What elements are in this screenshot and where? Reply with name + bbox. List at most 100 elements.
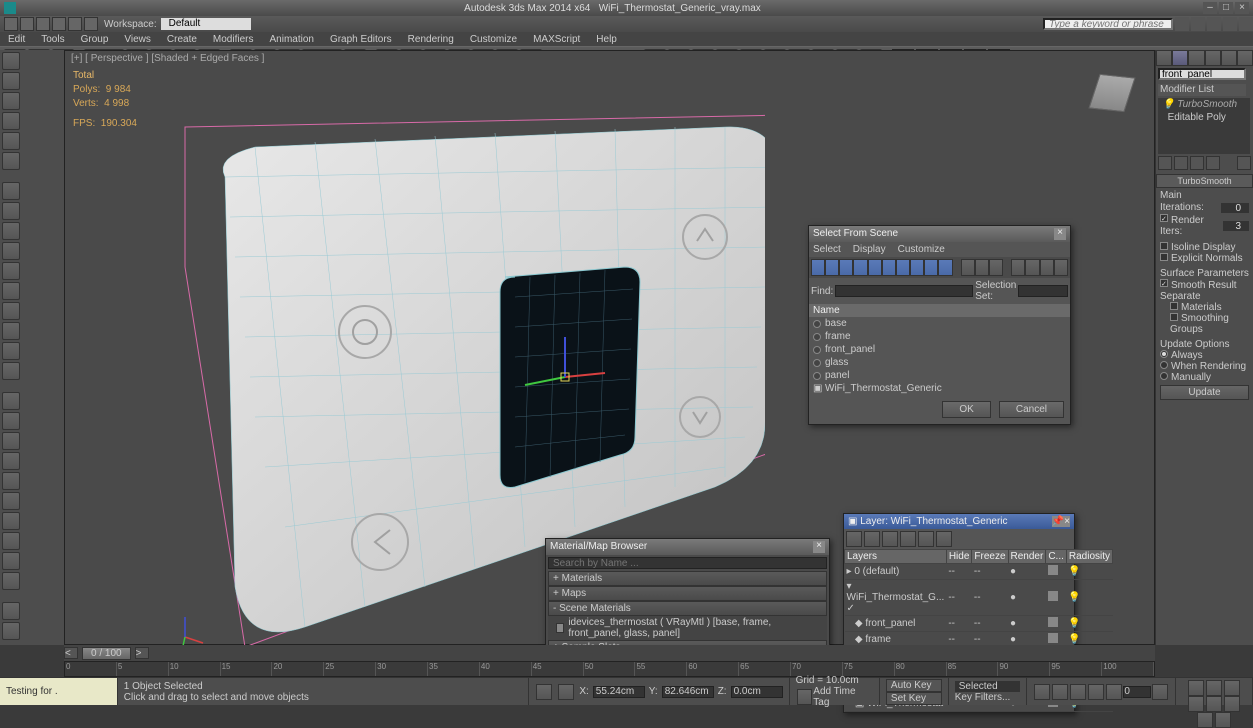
modifier-stack[interactable]: 💡 TurboSmooth Editable Poly [1158, 98, 1250, 154]
time-slider[interactable]: < 0 / 100 > [64, 645, 1155, 661]
lock-selection-icon[interactable] [536, 684, 552, 700]
help-search-input[interactable] [1043, 18, 1173, 30]
display-icon[interactable] [1025, 259, 1039, 276]
lt-icon[interactable] [2, 152, 20, 170]
layers-pin-icon[interactable]: 📌 [1052, 516, 1064, 527]
select-highlight-icon[interactable] [900, 531, 916, 547]
select-invert-icon[interactable] [989, 259, 1003, 276]
menu-group[interactable]: Group [73, 34, 117, 45]
when-rendering-radio[interactable] [1160, 361, 1168, 369]
modify-tab[interactable] [1172, 50, 1188, 66]
helper-icon[interactable] [2, 412, 20, 430]
infocenter-icon[interactable] [1175, 17, 1189, 31]
modifier-list-select[interactable]: Modifier List [1158, 84, 1246, 96]
close-icon[interactable]: × [813, 541, 825, 553]
scene-object-list[interactable]: base frame front_panel glass panel ▣WiFi… [809, 317, 1070, 395]
create-object-icon[interactable] [2, 282, 20, 300]
misc-icon[interactable] [2, 602, 20, 620]
create-object-icon[interactable] [2, 182, 20, 200]
filter-icon[interactable] [853, 259, 867, 276]
isoline-checkbox[interactable] [1160, 242, 1168, 250]
misc-icon[interactable] [2, 622, 20, 640]
viewport-nav-icon[interactable] [1188, 680, 1204, 696]
menu-views[interactable]: Views [116, 34, 159, 45]
col-render[interactable]: Render [1008, 550, 1046, 564]
material-search-input[interactable] [548, 557, 827, 569]
helper-icon[interactable] [2, 392, 20, 410]
filter-icon[interactable] [938, 259, 952, 276]
hide-unhide-icon[interactable] [936, 531, 952, 547]
menu-animation[interactable]: Animation [261, 34, 321, 45]
material-item[interactable]: idevices_thermostat ( VRayMtl ) [base, f… [548, 616, 827, 640]
display-icon[interactable] [1040, 259, 1054, 276]
favorites-icon[interactable] [1223, 17, 1237, 31]
iterations-spinner[interactable]: 0 [1221, 203, 1249, 213]
time-tag-icon[interactable] [797, 689, 813, 705]
layer-row[interactable]: ◆ front_panel----●💡 [845, 616, 1113, 632]
timeline-ruler[interactable]: 0510 152025 303540 455055 606570 758085 … [64, 661, 1155, 677]
filter-icon[interactable] [825, 259, 839, 276]
show-end-result-icon[interactable] [1174, 156, 1188, 170]
utilities-tab[interactable] [1237, 50, 1253, 66]
time-config-icon[interactable] [1152, 684, 1168, 700]
menu-maxscript[interactable]: MAXScript [525, 34, 588, 45]
goto-end-icon[interactable] [1106, 684, 1122, 700]
viewport-label[interactable]: [+] [ Perspective ] [Shaded + Edged Face… [71, 53, 264, 64]
configure-sets-icon[interactable] [1237, 156, 1251, 170]
filter-icon[interactable] [868, 259, 882, 276]
delete-layer-icon[interactable] [864, 531, 880, 547]
cancel-button[interactable]: Cancel [999, 401, 1064, 418]
filter-icon[interactable] [811, 259, 825, 276]
menu-modifiers[interactable]: Modifiers [205, 34, 262, 45]
lt-icon[interactable] [2, 132, 20, 150]
update-button[interactable]: Update [1160, 385, 1249, 400]
scene-materials-category[interactable]: - Scene Materials [548, 601, 827, 616]
create-object-icon[interactable] [2, 242, 20, 260]
minimize-button[interactable]: – [1203, 2, 1217, 14]
manually-radio[interactable] [1160, 372, 1168, 380]
add-to-layer-icon[interactable] [882, 531, 898, 547]
app-menu-icon[interactable] [4, 17, 18, 31]
viewport-nav-icon[interactable] [1224, 680, 1240, 696]
lt-icon[interactable] [2, 52, 20, 70]
close-button[interactable]: × [1235, 2, 1249, 14]
create-object-icon[interactable] [2, 302, 20, 320]
goto-start-icon[interactable] [1034, 684, 1050, 700]
time-slider-thumb[interactable]: 0 / 100 [82, 647, 131, 660]
abs-rel-icon[interactable] [558, 684, 574, 700]
remove-modifier-icon[interactable] [1206, 156, 1220, 170]
filter-icon[interactable] [882, 259, 896, 276]
close-icon[interactable]: × [1064, 516, 1070, 527]
make-unique-icon[interactable] [1190, 156, 1204, 170]
key-filters-select[interactable]: Selected [955, 681, 1021, 692]
menu-graph-editors[interactable]: Graph Editors [322, 34, 400, 45]
object-name-input[interactable] [1158, 68, 1246, 80]
ok-button[interactable]: OK [942, 401, 990, 418]
helper-icon[interactable] [2, 492, 20, 510]
prev-frame-icon[interactable] [1052, 684, 1068, 700]
coord-z-input[interactable] [731, 686, 783, 698]
smoothing-groups-checkbox[interactable] [1170, 313, 1178, 321]
find-input[interactable] [835, 285, 973, 297]
layer-row[interactable]: ▸ 0 (default)----●💡 [845, 564, 1113, 580]
key-filters-button[interactable]: Key Filters... [955, 692, 1021, 703]
light-icon[interactable] [2, 362, 20, 380]
viewport-nav-icon[interactable] [1197, 712, 1213, 728]
maximize-button[interactable]: □ [1219, 2, 1233, 14]
autokey-button[interactable]: Auto Key [886, 679, 942, 692]
materials-checkbox[interactable] [1170, 302, 1178, 310]
col-hide[interactable]: Hide [946, 550, 972, 564]
sfs-menu-customize[interactable]: Customize [898, 244, 945, 255]
select-none-icon[interactable] [975, 259, 989, 276]
lt-icon[interactable] [2, 112, 20, 130]
viewport-nav-icon[interactable] [1206, 696, 1222, 712]
viewport-nav-icon[interactable] [1206, 680, 1222, 696]
rollup-header[interactable]: TurboSmooth [1156, 174, 1253, 188]
viewport-nav-icon[interactable] [1224, 696, 1240, 712]
highlight-select-icon[interactable] [918, 531, 934, 547]
script-listener[interactable]: Testing for . [6, 686, 111, 697]
helper-icon[interactable] [2, 432, 20, 450]
help-icon[interactable] [1239, 17, 1253, 31]
create-object-icon[interactable] [2, 222, 20, 240]
create-object-icon[interactable] [2, 262, 20, 280]
